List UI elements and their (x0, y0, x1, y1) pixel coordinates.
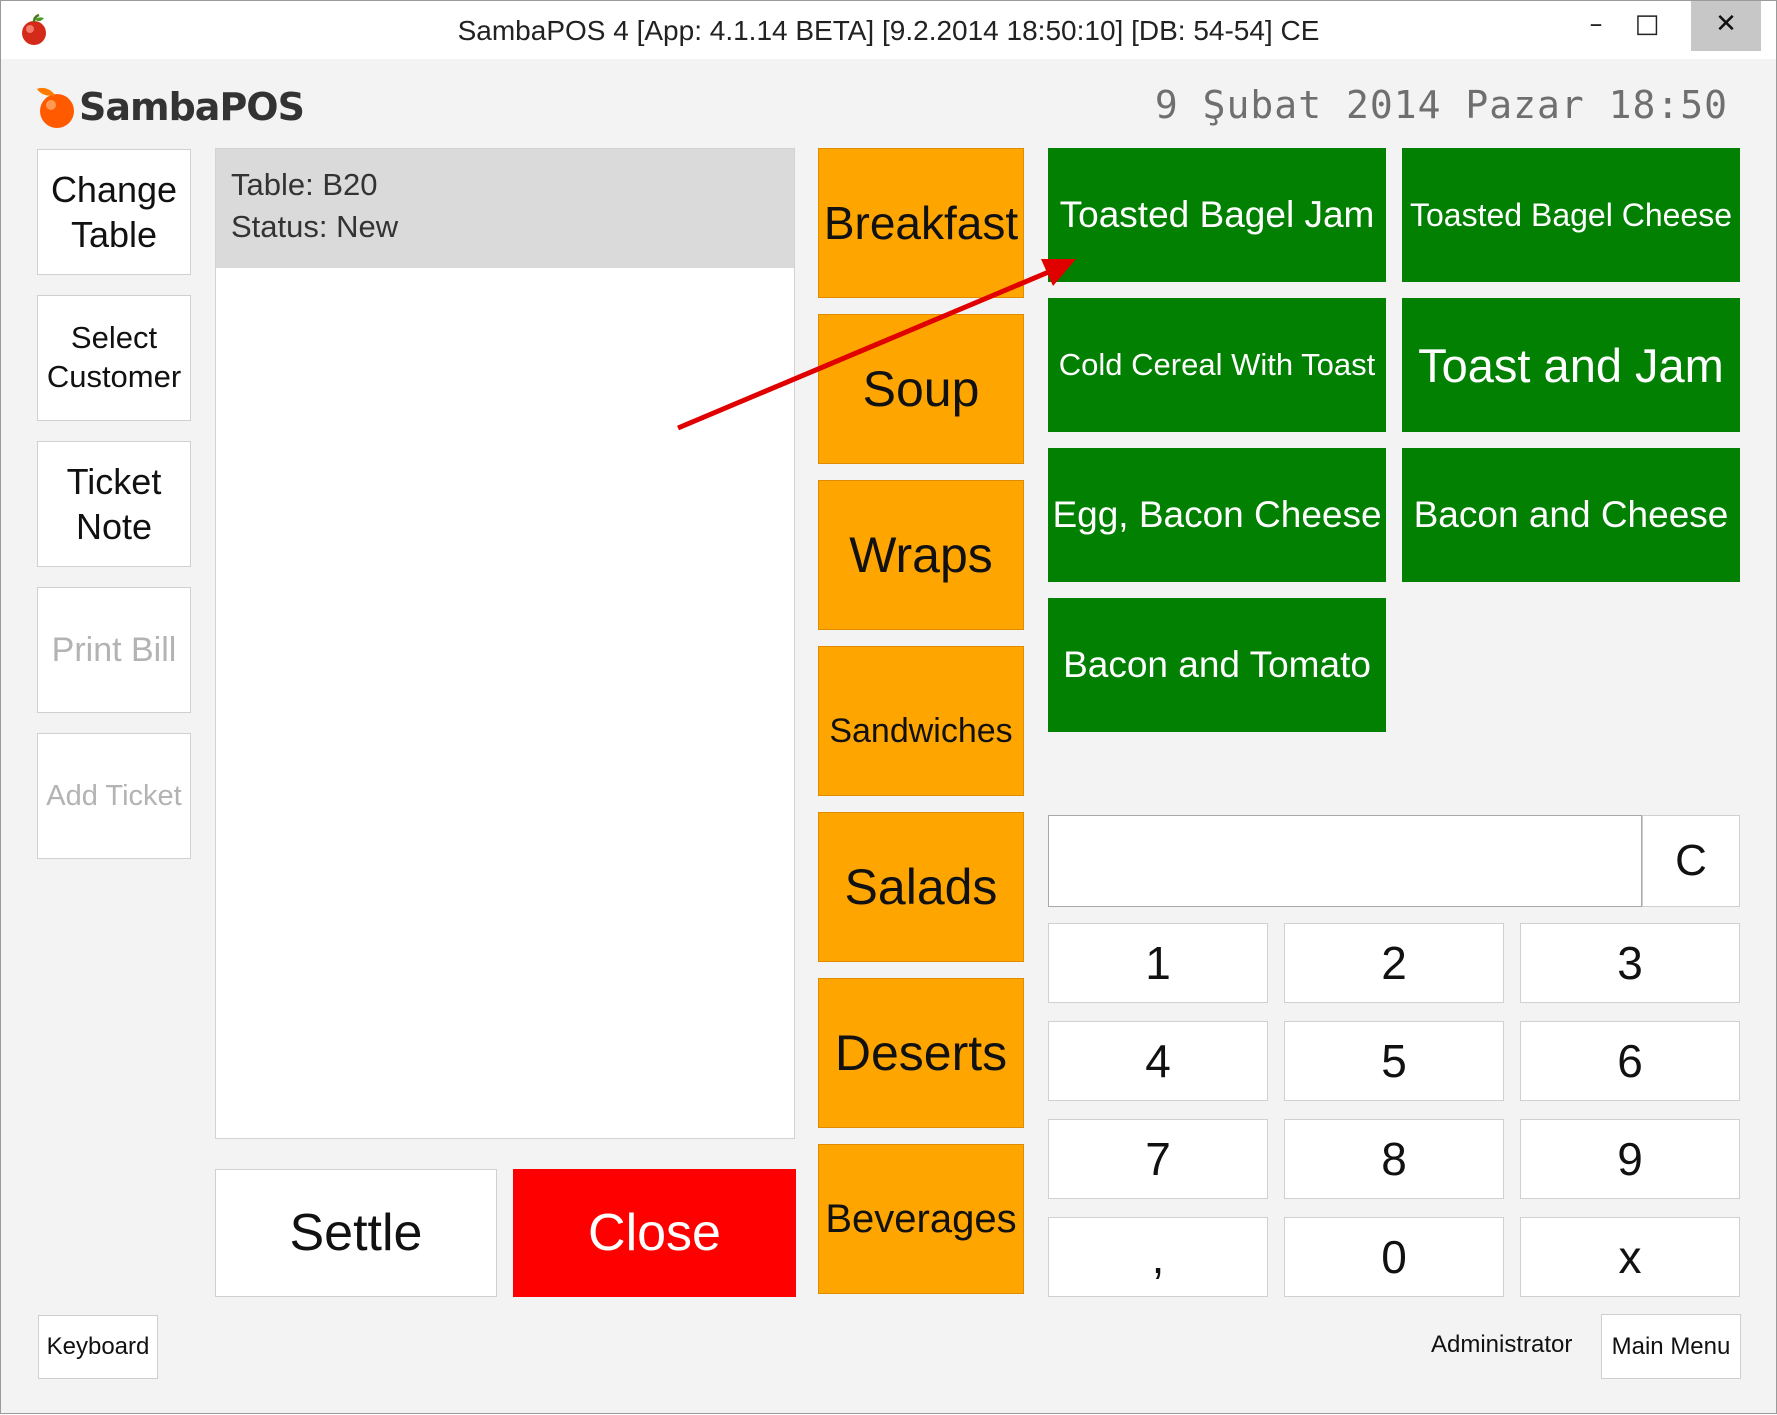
ticket-status-label: Status: New (231, 209, 399, 244)
main-menu-button[interactable]: Main Menu (1601, 1314, 1741, 1379)
menu-item-toast-and-jam[interactable]: Toast and Jam (1402, 298, 1740, 432)
window-title: SambaPOS 4 [App: 4.1.14 BETA] [9.2.2014 … (457, 15, 1320, 46)
numpad-key-x[interactable]: x (1520, 1217, 1740, 1297)
menu-item-bacon-and-tomato[interactable]: Bacon and Tomato (1048, 598, 1386, 732)
ticket-table-label: Table: B20 (231, 167, 378, 202)
menu-item-egg-bacon-cheese[interactable]: Egg, Bacon Cheese (1048, 448, 1386, 582)
ticket-header: Table: B20 Status: New (216, 149, 794, 268)
numpad-clear-button[interactable]: C (1642, 815, 1740, 907)
numpad-key-4[interactable]: 4 (1048, 1021, 1268, 1101)
numpad-key-8[interactable]: 8 (1284, 1119, 1504, 1199)
category-wraps[interactable]: Wraps (818, 480, 1024, 630)
category-beverages[interactable]: Beverages (818, 1144, 1024, 1294)
numpad-key-7[interactable]: 7 (1048, 1119, 1268, 1199)
select-customer-button[interactable]: Select Customer (37, 295, 191, 421)
current-user-label: Administrator (1431, 1331, 1573, 1358)
category-sandwiches[interactable]: Sandwiches (818, 646, 1024, 796)
category-deserts[interactable]: Deserts (818, 978, 1024, 1128)
date-time-display: 9 Şubat 2014 Pazar 18:50 (1154, 83, 1728, 127)
menu-item-cold-cereal-with-toast[interactable]: Cold Cereal With Toast (1048, 298, 1386, 432)
category-salads[interactable]: Salads (818, 812, 1024, 962)
change-table-button[interactable]: Change Table (37, 149, 191, 275)
app-window: SambaPOS 4 [App: 4.1.14 BETA] [9.2.2014 … (0, 0, 1777, 1414)
settle-button[interactable]: Settle (215, 1169, 497, 1297)
numpad-key-3[interactable]: 3 (1520, 923, 1740, 1003)
print-bill-button[interactable]: Print Bill (37, 587, 191, 713)
category-soup[interactable]: Soup (818, 314, 1024, 464)
numpad-key-9[interactable]: 9 (1520, 1119, 1740, 1199)
menu-item-bacon-and-cheese[interactable]: Bacon and Cheese (1402, 448, 1740, 582)
menu-item-toasted-bagel-jam[interactable]: Toasted Bagel Jam (1048, 148, 1386, 282)
keyboard-button[interactable]: Keyboard (38, 1315, 158, 1379)
close-window-button[interactable]: ✕ (1691, 1, 1761, 51)
ticket-note-button[interactable]: Ticket Note (37, 441, 191, 567)
logo-text: SambaPOS (79, 85, 305, 129)
numpad-key-2[interactable]: 2 (1284, 923, 1504, 1003)
close-button[interactable]: Close (513, 1169, 796, 1297)
ticket-panel[interactable]: Table: B20 Status: New (215, 148, 795, 1139)
title-bar: SambaPOS 4 [App: 4.1.14 BETA] [9.2.2014 … (1, 1, 1776, 59)
numpad-display[interactable] (1048, 815, 1642, 907)
numpad-key-5[interactable]: 5 (1284, 1021, 1504, 1101)
numpad-key-comma[interactable]: , (1048, 1217, 1268, 1297)
menu-item-toasted-bagel-cheese[interactable]: Toasted Bagel Cheese (1402, 148, 1740, 282)
numpad-key-6[interactable]: 6 (1520, 1021, 1740, 1101)
add-ticket-button[interactable]: Add Ticket (37, 733, 191, 859)
numpad-key-1[interactable]: 1 (1048, 923, 1268, 1003)
logo-apple-icon (37, 87, 74, 128)
numpad-key-0[interactable]: 0 (1284, 1217, 1504, 1297)
sambapos-logo: SambaPOS (35, 79, 305, 135)
category-breakfast[interactable]: Breakfast (818, 148, 1024, 298)
maximize-button[interactable]: □ (1617, 1, 1677, 51)
